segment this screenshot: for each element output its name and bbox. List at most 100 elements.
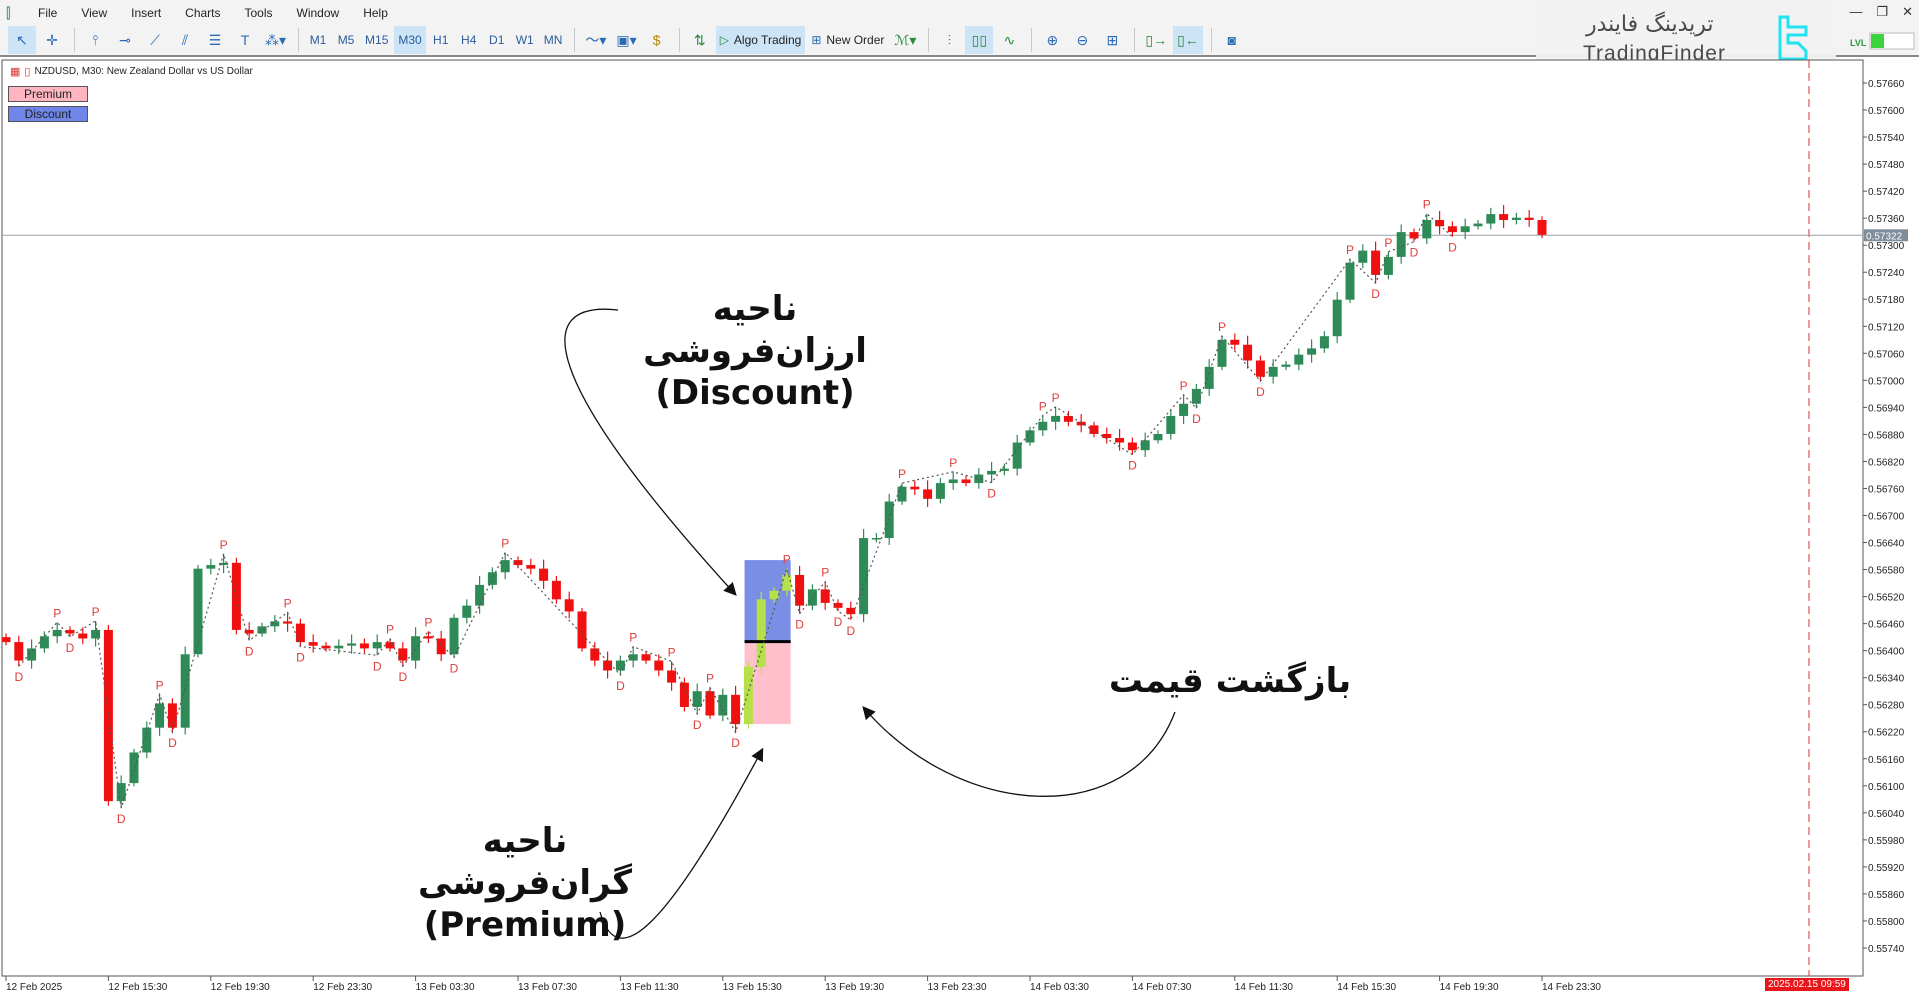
auto-scroll-icon[interactable]: ▯→ (1141, 26, 1171, 54)
price-tick-label: 0.57180 (1868, 295, 1905, 306)
candle-body (935, 483, 945, 499)
price-tick-label: 0.55740 (1868, 944, 1905, 955)
candle-body (1140, 440, 1150, 451)
menu-tools[interactable]: Tools (233, 6, 285, 20)
candle-body (500, 560, 510, 573)
timeframe-h4[interactable]: H4 (456, 26, 482, 54)
fibonacci-icon[interactable]: ☰ (201, 26, 229, 54)
price-return-annotation: بازگشت قیمت (1100, 660, 1360, 702)
zoom-out-icon[interactable]: ⊖ (1068, 26, 1096, 54)
menu-view[interactable]: View (69, 6, 119, 20)
shapes-icon[interactable]: ⁂▾ (261, 26, 290, 54)
pivot-high-label: P (156, 678, 164, 692)
pivot-low-label: D (296, 651, 305, 665)
pivot-high-label: P (386, 622, 394, 636)
discount-button[interactable]: Discount (8, 106, 88, 122)
market-icon[interactable]: $ (643, 26, 671, 54)
menu-insert[interactable]: Insert (119, 6, 173, 20)
zoom-in-icon[interactable]: ⊕ (1038, 26, 1066, 54)
screenshot-icon[interactable]: ◙ (1218, 26, 1246, 54)
time-tick-label: 12 Feb 23:30 (313, 982, 372, 993)
indicators-icon[interactable]: 〜▾ (581, 26, 610, 54)
candle-body (1422, 219, 1432, 239)
algo-trading-button[interactable]: ▷ Algo Trading (715, 26, 806, 54)
templates-icon[interactable]: ▣▾ (612, 26, 640, 54)
candle-body (1051, 415, 1061, 422)
new-order-button[interactable]: ⊞ New Order (807, 26, 888, 54)
trendline-icon[interactable]: ⟋ (141, 26, 169, 54)
pivot-low-label: D (1128, 459, 1137, 473)
pivot-low-label: D (1410, 246, 1419, 260)
menu-charts[interactable]: Charts (173, 6, 232, 20)
candle-body (283, 621, 293, 624)
price-tick-label: 0.56160 (1868, 755, 1905, 766)
pivot-high-label: P (424, 615, 432, 629)
horizontal-line-icon[interactable]: ⊸ (111, 26, 139, 54)
pivot-high-label: P (898, 467, 906, 481)
pivot-high-label: P (1039, 399, 1047, 413)
line-chart-icon[interactable]: ∿ (995, 26, 1023, 54)
divider (298, 28, 300, 52)
restore-icon[interactable]: ❐ (1876, 4, 1888, 20)
candle-body (539, 568, 549, 581)
timeframe-m5[interactable]: M5 (333, 26, 359, 54)
menu-help[interactable]: Help (351, 6, 400, 20)
candle-body (1153, 433, 1163, 441)
timeframe-m15[interactable]: M15 (361, 26, 392, 54)
time-tick-label: 13 Feb 11:30 (620, 982, 679, 993)
candle-body (1409, 232, 1419, 239)
menu-file[interactable]: File (26, 6, 69, 20)
candle-body (1499, 214, 1509, 220)
timeframe-h1[interactable]: H1 (428, 26, 454, 54)
premium-annotation-fa: ناحیه گران‌فروشی (418, 821, 632, 903)
plot-area (1, 59, 1864, 977)
candle-body (999, 468, 1009, 471)
pivot-low-label: D (117, 812, 126, 826)
window-controls: — ❐ ✕ (1849, 4, 1913, 20)
buy-sell-arrows-icon[interactable]: ⇅ (686, 26, 714, 54)
vertical-line-icon[interactable]: ⫯ (81, 26, 109, 54)
new-order-label: New Order (826, 33, 885, 47)
timeframe-w1[interactable]: W1 (512, 26, 538, 54)
bar-chart-icon[interactable]: ⫶ (935, 26, 963, 54)
new-order-icon: ⊞ (811, 33, 822, 47)
candle-body (884, 501, 894, 539)
channel-icon[interactable]: ⫽ (171, 26, 199, 54)
candle-body (1307, 348, 1317, 355)
tile-windows-icon[interactable]: ⊞ (1098, 26, 1126, 54)
candle-body (1, 637, 11, 643)
pivot-high-label: P (706, 672, 714, 686)
price-tick-label: 0.56460 (1868, 620, 1905, 631)
timeframe-mn[interactable]: MN (540, 26, 567, 54)
candle-body (1217, 339, 1227, 367)
premium-button[interactable]: Premium (8, 86, 88, 102)
candle-body (14, 642, 24, 661)
pivot-low-label: D (373, 659, 382, 673)
candle-body (551, 580, 561, 600)
candle-body (142, 727, 152, 753)
menu-window[interactable]: Window (285, 6, 352, 20)
timeframe-d1[interactable]: D1 (484, 26, 510, 54)
signals-icon[interactable]: ℳ▾ (890, 26, 920, 54)
price-chart[interactable]: 0.55740 0.55800 0.55860 0.55920 0.55980 0.560… (0, 59, 1919, 996)
pivot-low-label: D (1448, 241, 1457, 255)
crosshair-icon[interactable]: ✛ (38, 26, 66, 54)
candle-body (1166, 415, 1176, 434)
text-icon[interactable]: T (231, 26, 259, 54)
pivot-low-label: D (731, 736, 740, 750)
candlestick-icon[interactable]: ▯▯ (965, 26, 994, 54)
candle-body (1473, 223, 1483, 227)
pivot-low-label: D (245, 644, 254, 658)
close-icon[interactable]: ✕ (1902, 4, 1913, 20)
time-tick-label: 13 Feb 23:30 (928, 982, 987, 993)
minimize-icon[interactable]: — (1849, 4, 1862, 20)
timeframe-m1[interactable]: M1 (305, 26, 331, 54)
candle-body (308, 642, 318, 646)
candle-body (78, 633, 88, 639)
candle-body (1243, 344, 1253, 361)
timeframe-m30[interactable]: M30 (394, 26, 426, 54)
candle-body (1345, 262, 1355, 300)
cursor-icon[interactable]: ↖ (8, 26, 36, 54)
chart-shift-icon[interactable]: ▯← (1173, 26, 1203, 54)
candle-body (705, 691, 715, 716)
